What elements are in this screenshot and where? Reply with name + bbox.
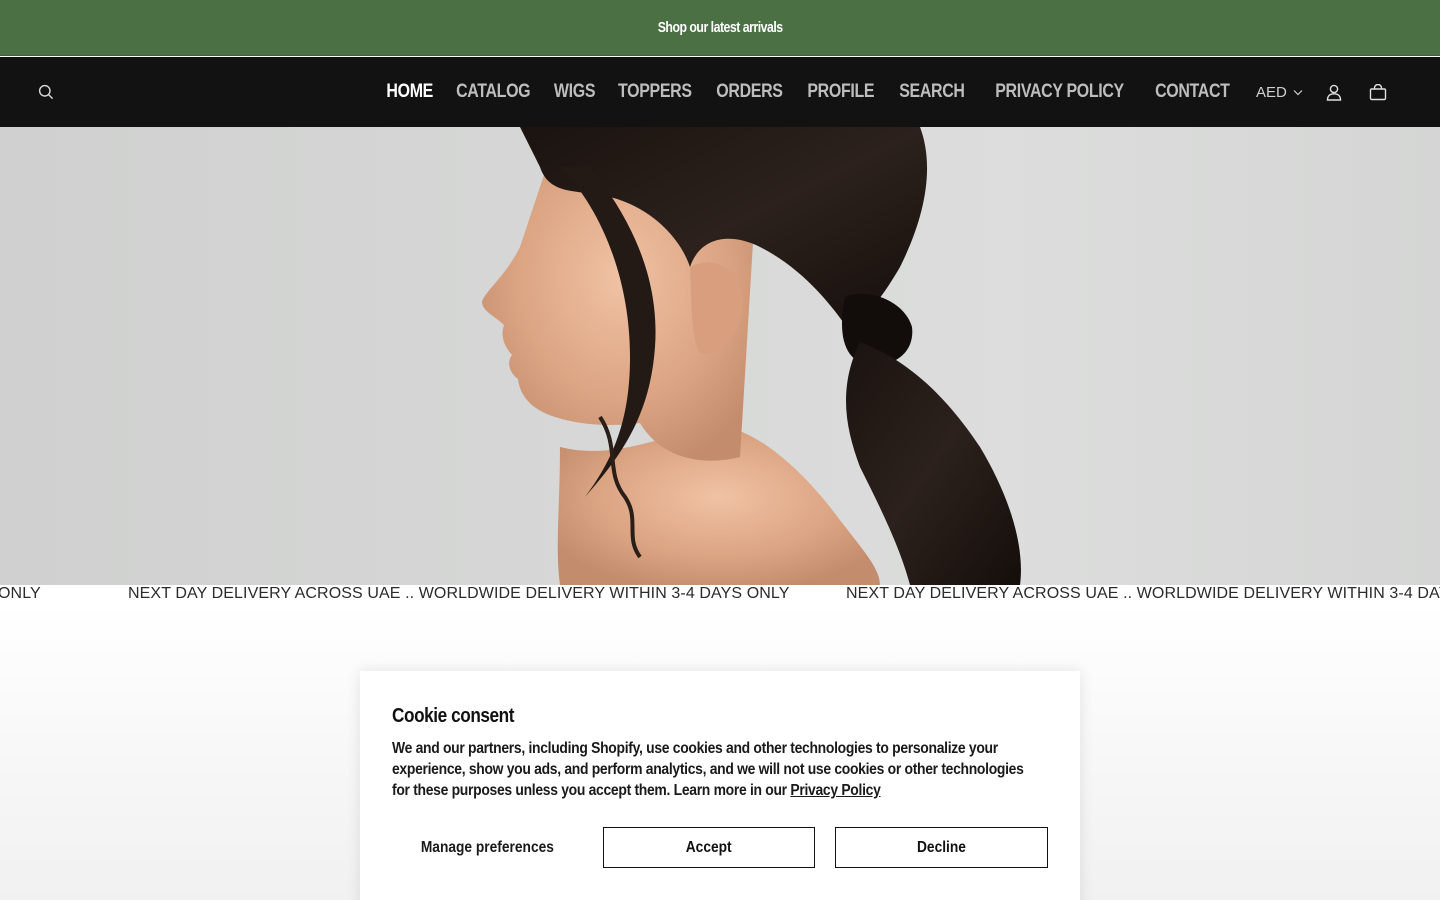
cart-icon	[1369, 83, 1387, 100]
manage-preferences-label: Manage preferences	[420, 838, 555, 856]
manage-preferences-button[interactable]: Manage preferences	[392, 827, 583, 868]
hero-image[interactable]	[0, 127, 1440, 585]
nav-item-toppers[interactable]: TOPPERS	[609, 81, 699, 103]
cart-button[interactable]	[1366, 79, 1390, 105]
announcement-bar[interactable]: Shop our latest arrivals	[0, 0, 1440, 56]
nav-item-orders[interactable]: ORDERS	[708, 81, 791, 103]
account-icon	[1326, 84, 1342, 101]
cookie-body-text: We and our partners, including Shopify, …	[392, 740, 1024, 799]
delivery-marquee: ONLY NEXT DAY DELIVERY ACROSS UAE .. WOR…	[0, 585, 1440, 607]
accept-button[interactable]: Accept	[603, 827, 815, 868]
site-header: HOME CATALOG WIGS TOPPERS ORDERS PROFILE…	[0, 57, 1440, 127]
nav-item-wigs[interactable]: WIGS	[545, 81, 603, 103]
cookie-body: We and our partners, including Shopify, …	[392, 738, 1045, 801]
currency-selector[interactable]: AED	[1256, 79, 1303, 105]
hero-illustration	[482, 127, 1021, 585]
marquee-text: NEXT DAY DELIVERY ACROSS UAE .. WORLDWID…	[128, 585, 790, 602]
announcement-text[interactable]: Shop our latest arrivals	[658, 19, 783, 36]
nav-item-contact[interactable]: CONTACT	[1147, 81, 1238, 103]
marquee-text-repeat: NEXT DAY DELIVERY ACROSS UAE .. WORLDWID…	[846, 585, 1440, 602]
cookie-consent-dialog: Cookie consent We and our partners, incl…	[360, 671, 1080, 900]
accept-label: Accept	[686, 838, 732, 856]
nav-item-profile[interactable]: PROFILE	[799, 81, 883, 103]
main-nav: HOME CATALOG WIGS TOPPERS ORDERS PROFILE…	[376, 57, 1243, 127]
account-button[interactable]	[1322, 79, 1346, 105]
marquee-fragment: ONLY	[0, 585, 41, 602]
cookie-actions: Manage preferences Accept Decline	[392, 827, 1048, 868]
search-icon	[38, 84, 54, 100]
chevron-down-icon	[1293, 89, 1303, 95]
nav-item-privacy-policy[interactable]: PRIVACY POLICY	[987, 81, 1132, 103]
privacy-policy-link[interactable]: Privacy Policy	[790, 782, 880, 799]
cookie-title: Cookie consent	[392, 705, 515, 727]
nav-item-home[interactable]: HOME	[378, 81, 441, 103]
nav-item-search[interactable]: SEARCH	[891, 81, 973, 103]
header-search-button[interactable]	[34, 80, 58, 104]
nav-item-catalog[interactable]: CATALOG	[448, 81, 539, 103]
currency-label: AED	[1256, 83, 1287, 101]
decline-label: Decline	[917, 838, 966, 856]
decline-button[interactable]: Decline	[835, 827, 1048, 868]
